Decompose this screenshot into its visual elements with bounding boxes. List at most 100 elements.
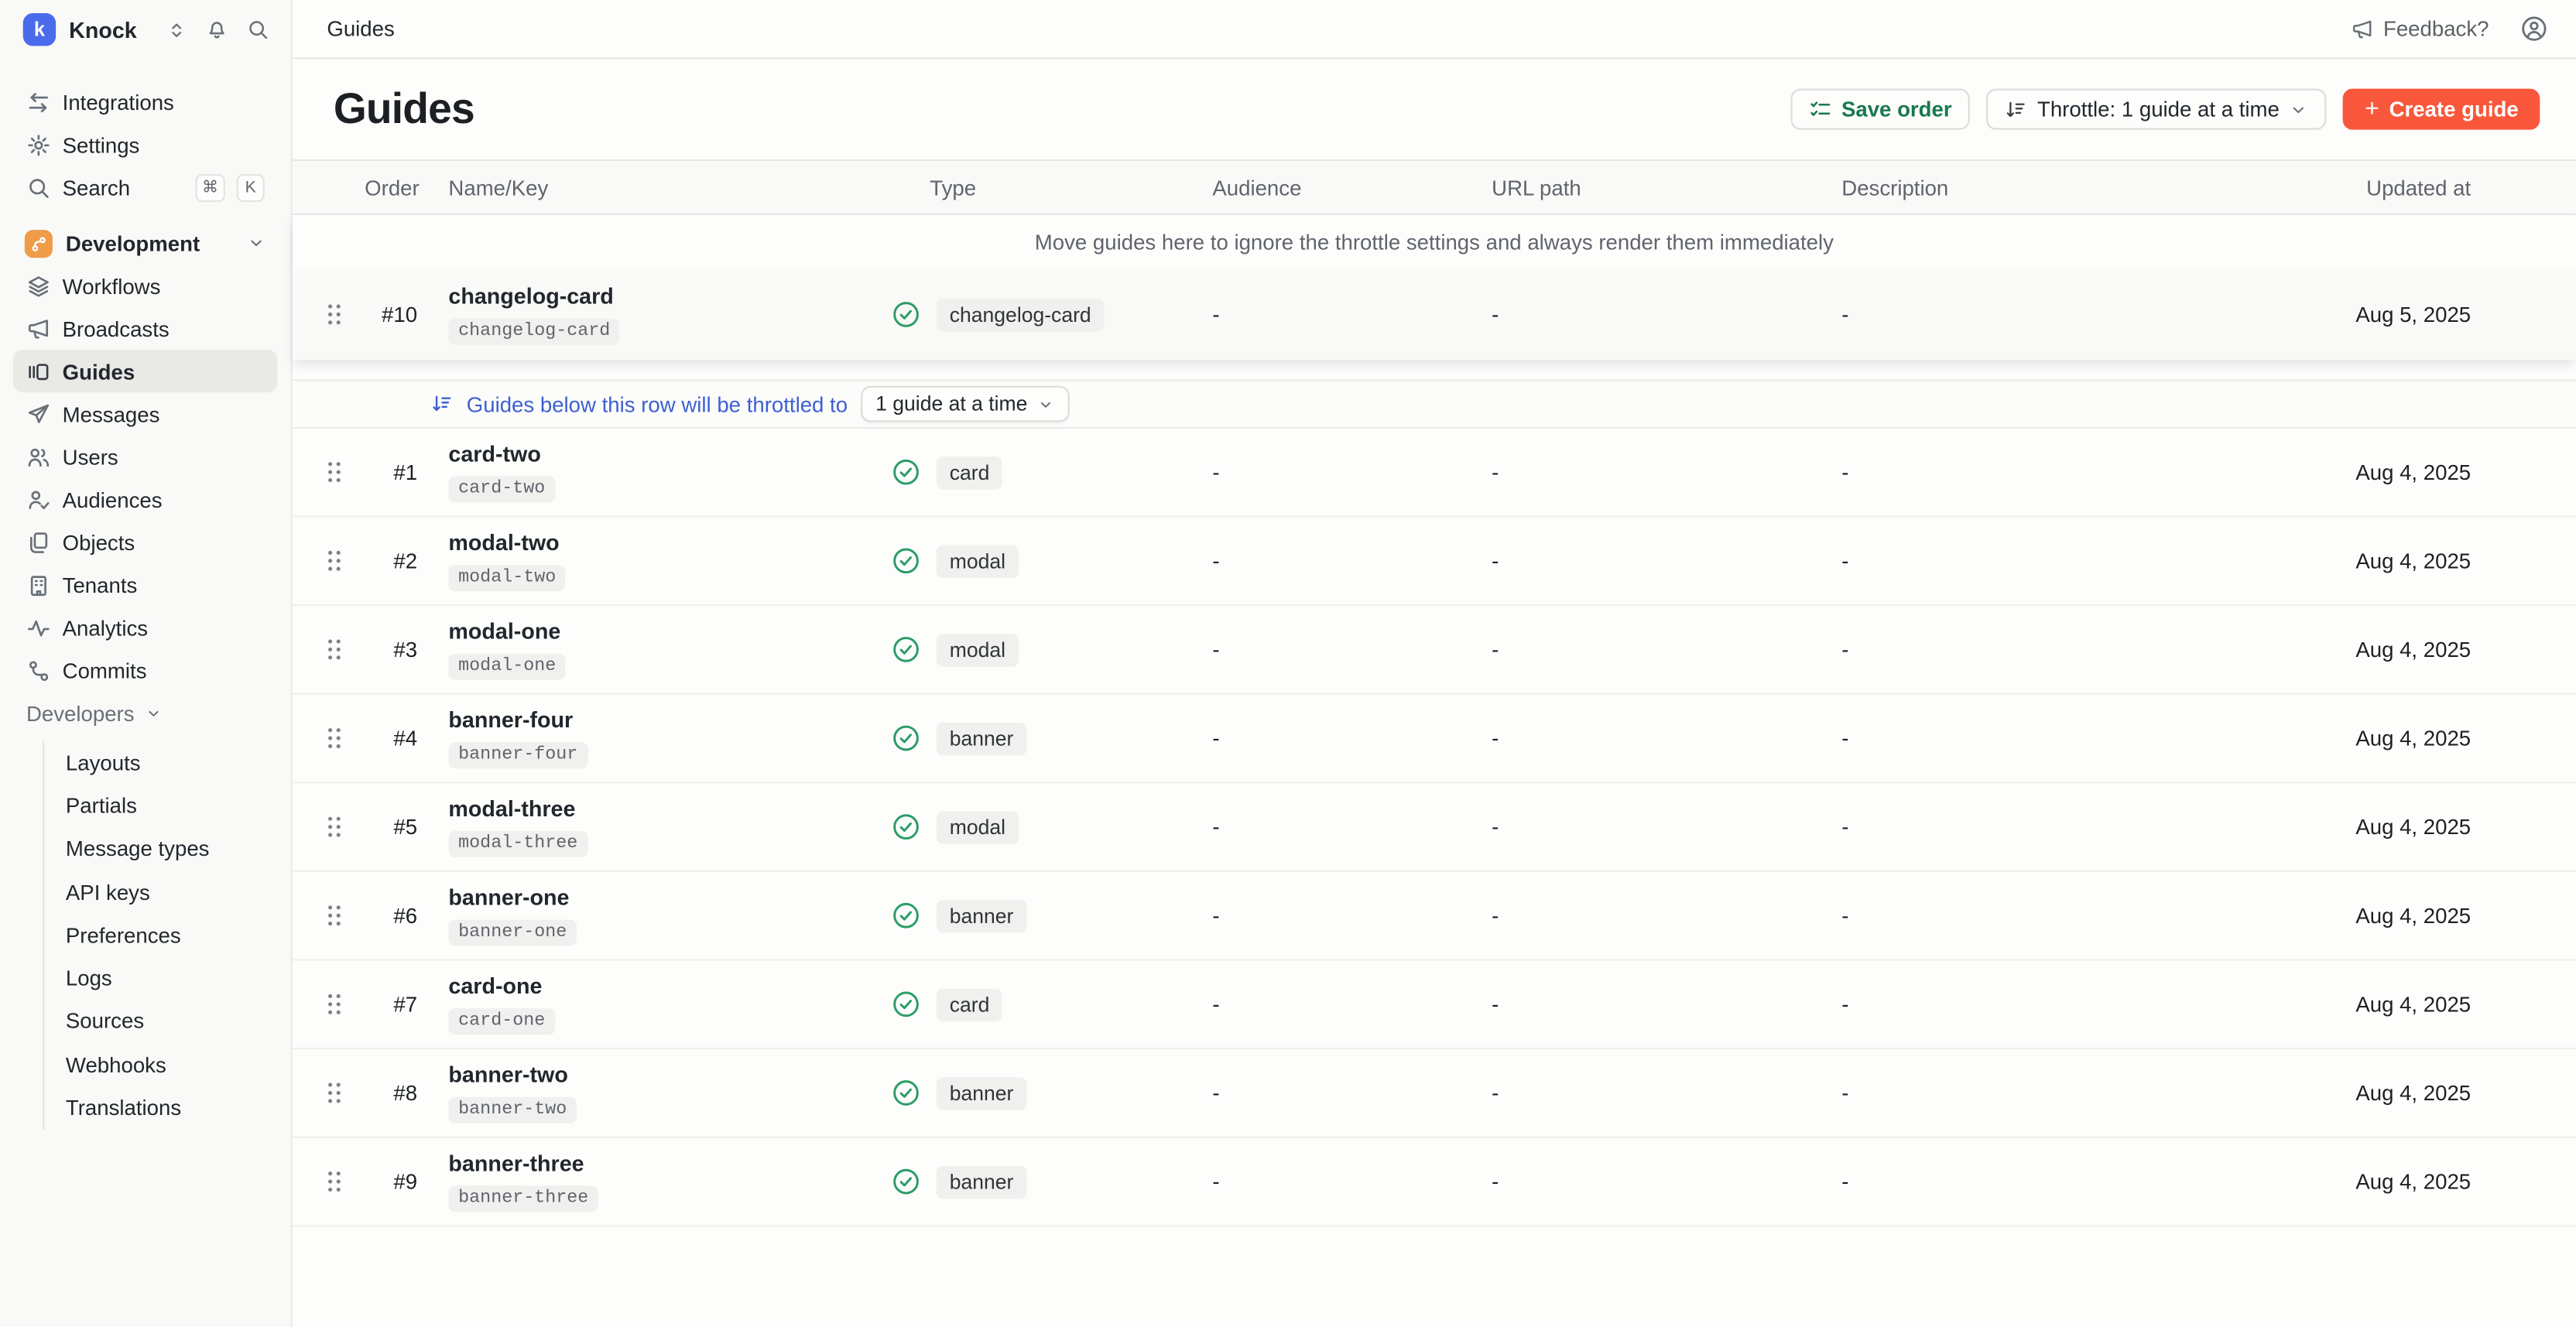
check-circle-icon bbox=[892, 990, 920, 1018]
guide-name[interactable]: banner-one bbox=[448, 886, 892, 912]
guide-updated-at: Aug 4, 2025 bbox=[2185, 638, 2576, 662]
guide-audience: - bbox=[1199, 1081, 1486, 1106]
sidebar-item-analytics[interactable]: Analytics bbox=[13, 606, 278, 648]
developers-sub-item[interactable]: Logs bbox=[44, 956, 290, 1000]
drag-handle-icon[interactable] bbox=[325, 638, 365, 662]
guide-row[interactable]: #3 modal-one modal-one modal - - - Aug 4… bbox=[293, 606, 2576, 695]
guide-key-badge: modal-one bbox=[448, 653, 566, 679]
guide-order: #3 bbox=[365, 638, 417, 662]
throttle-dropdown[interactable]: Throttle: 1 guide at a time bbox=[1986, 89, 2327, 130]
search-icon[interactable] bbox=[244, 12, 271, 48]
environment-icon bbox=[25, 229, 53, 257]
guide-url-path: - bbox=[1487, 726, 1838, 751]
drag-handle-icon[interactable] bbox=[325, 903, 365, 928]
guide-name[interactable]: modal-two bbox=[448, 531, 892, 557]
notifications-bell-icon[interactable] bbox=[204, 12, 231, 48]
guide-order: #2 bbox=[365, 549, 417, 573]
megaphone-icon bbox=[26, 316, 51, 341]
sidebar-nav: Integrations Settings Search ⌘ K bbox=[0, 59, 291, 1129]
sidebar-item-label: Objects bbox=[63, 529, 135, 554]
guide-description: - bbox=[1838, 1169, 2185, 1194]
environment-switcher[interactable]: Development bbox=[0, 222, 291, 265]
developers-sub-item[interactable]: Sources bbox=[44, 1000, 290, 1043]
guide-name[interactable]: banner-four bbox=[448, 709, 892, 735]
developers-sub-item[interactable]: Preferences bbox=[44, 913, 290, 956]
guide-name-key: banner-two banner-two bbox=[417, 1063, 892, 1123]
guide-name-key: changelog-card changelog-card bbox=[417, 285, 892, 344]
drag-handle-icon[interactable] bbox=[325, 1081, 365, 1106]
guide-description: - bbox=[1838, 1081, 2185, 1106]
throttle-amount-dropdown[interactable]: 1 guide at a time bbox=[861, 386, 1070, 422]
sidebar-item-messages[interactable]: Messages bbox=[13, 392, 278, 435]
developers-sub-item[interactable]: Translations bbox=[44, 1086, 290, 1130]
sidebar-item-audiences[interactable]: Audiences bbox=[13, 478, 278, 521]
sidebar-item-objects[interactable]: Objects bbox=[13, 521, 278, 563]
workspace-selector-icon[interactable] bbox=[163, 12, 190, 48]
guide-name[interactable]: banner-two bbox=[448, 1063, 892, 1089]
guide-order: #6 bbox=[365, 903, 417, 928]
guide-name[interactable]: card-two bbox=[448, 443, 892, 469]
sidebar-item-guides[interactable]: Guides bbox=[13, 350, 278, 392]
logo-letter: k bbox=[34, 18, 45, 41]
guide-name[interactable]: card-one bbox=[448, 974, 892, 1000]
guide-row[interactable]: #8 banner-two banner-two banner - - - Au… bbox=[293, 1049, 2576, 1138]
check-circle-icon bbox=[892, 635, 920, 663]
sidebar-item-settings[interactable]: Settings bbox=[13, 123, 278, 166]
sidebar-item-broadcasts[interactable]: Broadcasts bbox=[13, 307, 278, 350]
guide-name[interactable]: modal-three bbox=[448, 797, 892, 823]
create-guide-button[interactable]: + Create guide bbox=[2344, 89, 2540, 130]
drag-handle-icon[interactable] bbox=[325, 815, 365, 840]
guide-name[interactable]: modal-one bbox=[448, 620, 892, 646]
guide-name-key: banner-three banner-three bbox=[417, 1152, 892, 1212]
guide-description: - bbox=[1838, 992, 2185, 1017]
developers-sub-item[interactable]: Layouts bbox=[44, 740, 290, 784]
guides-icon bbox=[26, 359, 51, 384]
guide-description: - bbox=[1838, 638, 2185, 662]
guide-row[interactable]: #6 banner-one banner-one banner - - - Au… bbox=[293, 872, 2576, 961]
developers-sub-item[interactable]: Partials bbox=[44, 784, 290, 827]
drag-handle-icon[interactable] bbox=[325, 992, 365, 1017]
drag-handle-icon[interactable] bbox=[325, 549, 365, 573]
developers-sub-item[interactable]: Message types bbox=[44, 827, 290, 870]
sidebar-item-commits[interactable]: Commits bbox=[13, 648, 278, 691]
workspace-switcher[interactable]: k Knock bbox=[0, 0, 291, 59]
drag-handle-icon[interactable] bbox=[325, 303, 365, 327]
sidebar-item-users[interactable]: Users bbox=[13, 435, 278, 477]
account-menu-button[interactable] bbox=[2515, 11, 2551, 47]
megaphone-icon bbox=[2351, 17, 2374, 40]
audience-check-icon bbox=[26, 487, 51, 511]
guide-url-path: - bbox=[1487, 1081, 1838, 1106]
guide-row[interactable]: #2 modal-two modal-two modal - - - Aug 4… bbox=[293, 518, 2576, 607]
guide-name[interactable]: changelog-card bbox=[448, 285, 892, 311]
guide-description: - bbox=[1838, 460, 2185, 484]
guide-row[interactable]: #7 card-one card-one card - - - Aug 4, 2… bbox=[293, 961, 2576, 1050]
guide-row[interactable]: #5 modal-three modal-three modal - - - A… bbox=[293, 783, 2576, 872]
guide-updated-at: Aug 4, 2025 bbox=[2185, 549, 2576, 573]
developers-sub-item[interactable]: Webhooks bbox=[44, 1043, 290, 1086]
sidebar-item-label: Guides bbox=[63, 359, 135, 384]
guide-key-badge: modal-two bbox=[448, 564, 566, 590]
column-header-url-path: URL path bbox=[1487, 175, 1838, 200]
feedback-button[interactable]: Feedback? bbox=[2351, 16, 2489, 41]
guide-key-badge: card-one bbox=[448, 1007, 555, 1034]
guide-row[interactable]: #4 banner-four banner-four banner - - - … bbox=[293, 695, 2576, 784]
environment-name: Development bbox=[66, 231, 200, 255]
drag-handle-icon[interactable] bbox=[325, 1169, 365, 1194]
sidebar-item-integrations[interactable]: Integrations bbox=[13, 80, 278, 123]
sidebar-item-tenants[interactable]: Tenants bbox=[13, 563, 278, 606]
guide-key-badge: modal-three bbox=[448, 830, 587, 857]
save-order-button[interactable]: Save order bbox=[1790, 89, 1970, 130]
drag-handle-icon[interactable] bbox=[325, 460, 365, 484]
guide-row[interactable]: #1 card-two card-two card - - - Aug 4, 2… bbox=[293, 429, 2576, 518]
developers-section-toggle[interactable]: Developers bbox=[0, 692, 291, 736]
guide-url-path: - bbox=[1487, 460, 1838, 484]
sort-descending-icon bbox=[430, 392, 454, 416]
guide-name-key: banner-one banner-one bbox=[417, 886, 892, 946]
guide-row[interactable]: #9 banner-three banner-three banner - - … bbox=[293, 1138, 2576, 1227]
guide-name[interactable]: banner-three bbox=[448, 1152, 892, 1178]
guide-row-pinned[interactable]: #10 changelog-card changelog-card change… bbox=[293, 269, 2576, 360]
drag-handle-icon[interactable] bbox=[325, 726, 365, 751]
sidebar-item-search[interactable]: Search ⌘ K bbox=[13, 166, 278, 208]
sidebar-item-workflows[interactable]: Workflows bbox=[13, 265, 278, 307]
developers-sub-item[interactable]: API keys bbox=[44, 870, 290, 914]
